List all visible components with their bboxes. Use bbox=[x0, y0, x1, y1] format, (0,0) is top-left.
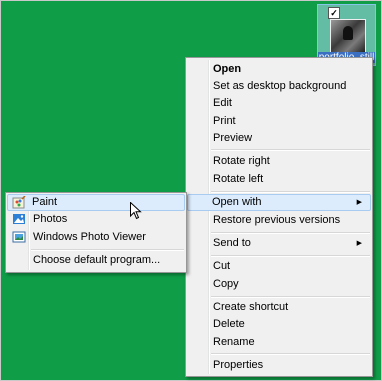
menu-item-properties[interactable]: Properties bbox=[188, 357, 370, 374]
submenu-item-paint[interactable]: Paint bbox=[7, 194, 185, 211]
photos-icon bbox=[12, 212, 26, 226]
menu-separator bbox=[211, 296, 370, 298]
menu-item-send-to[interactable]: Send to ▶ bbox=[188, 235, 370, 252]
context-menu: Open Set as desktop background Edit Prin… bbox=[185, 57, 373, 377]
menu-item-rotate-right[interactable]: Rotate right bbox=[188, 153, 370, 170]
submenu-arrow-icon: ▶ bbox=[356, 199, 362, 206]
checkbox-icon[interactable]: ✓ bbox=[328, 7, 340, 19]
menu-item-open[interactable]: Open bbox=[188, 61, 370, 78]
open-with-submenu: Paint Photos Windows Photo Viewer Choose… bbox=[5, 192, 187, 273]
submenu-item-windows-photo-viewer-label: Windows Photo Viewer bbox=[33, 231, 146, 243]
menu-item-copy[interactable]: Copy bbox=[188, 276, 370, 293]
menu-item-restore-previous-versions[interactable]: Restore previous versions bbox=[188, 212, 370, 229]
submenu-item-photos[interactable]: Photos bbox=[8, 211, 184, 228]
submenu-item-choose-default-program[interactable]: Choose default program... bbox=[8, 252, 184, 269]
submenu-item-photos-label: Photos bbox=[33, 213, 68, 225]
menu-item-rename[interactable]: Rename bbox=[188, 334, 370, 351]
menu-separator bbox=[211, 232, 370, 234]
menu-separator bbox=[211, 255, 370, 257]
menu-separator bbox=[211, 353, 370, 355]
menu-item-open-with-label: Open with bbox=[212, 196, 262, 208]
menu-item-delete[interactable]: Delete bbox=[188, 316, 370, 333]
paint-icon bbox=[12, 195, 26, 210]
menu-item-send-to-label: Send to bbox=[213, 237, 251, 249]
submenu-item-windows-photo-viewer[interactable]: Windows Photo Viewer bbox=[8, 229, 184, 246]
menu-item-open-with[interactable]: Open with ▶ bbox=[187, 194, 371, 211]
menu-item-rotate-left[interactable]: Rotate left bbox=[188, 171, 370, 188]
menu-item-cut[interactable]: Cut bbox=[188, 258, 370, 275]
mouse-cursor-icon bbox=[130, 202, 142, 220]
menu-item-edit[interactable]: Edit bbox=[188, 95, 370, 112]
menu-item-preview[interactable]: Preview bbox=[188, 130, 370, 147]
menu-separator bbox=[31, 249, 184, 251]
image-thumbnail bbox=[330, 19, 366, 53]
menu-item-set-desktop-background[interactable]: Set as desktop background bbox=[188, 78, 370, 95]
submenu-arrow-icon: ▶ bbox=[356, 240, 362, 247]
menu-separator bbox=[211, 149, 370, 151]
photo-viewer-icon bbox=[12, 230, 26, 244]
menu-item-print[interactable]: Print bbox=[188, 113, 370, 130]
menu-separator bbox=[211, 191, 370, 193]
menu-item-create-shortcut[interactable]: Create shortcut bbox=[188, 299, 370, 316]
submenu-item-paint-label: Paint bbox=[32, 196, 58, 208]
